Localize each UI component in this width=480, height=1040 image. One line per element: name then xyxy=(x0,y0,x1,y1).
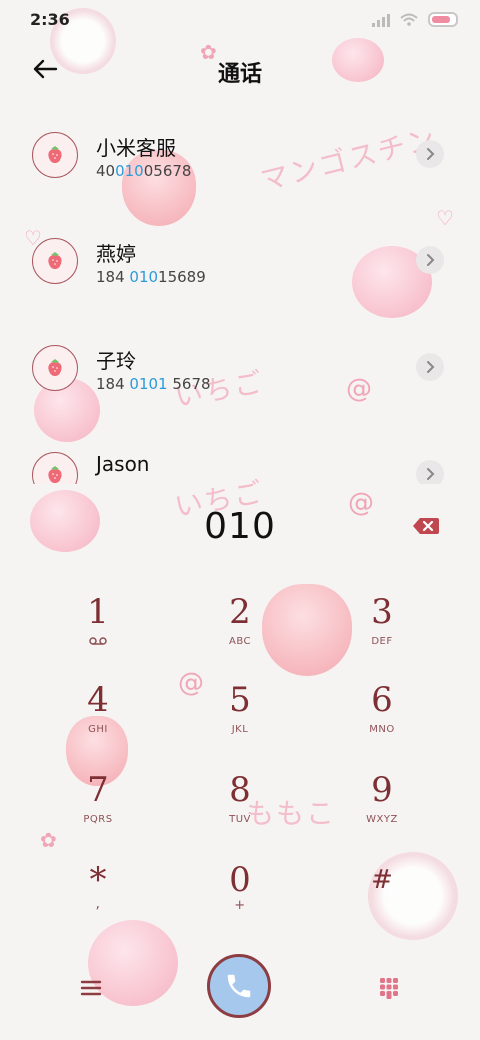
header: 通话 xyxy=(0,40,480,98)
key-digit: 9 xyxy=(371,770,393,810)
key-digit: 8 xyxy=(229,770,251,810)
key-digit: 2 xyxy=(229,592,251,632)
contact-detail-button[interactable] xyxy=(416,140,444,168)
chevron-right-icon xyxy=(427,148,435,160)
call-button[interactable] xyxy=(207,954,271,1018)
key-letters: PQRS xyxy=(83,814,113,825)
key-7[interactable]: 7 PQRS xyxy=(38,768,158,848)
key-digit: 0 xyxy=(229,860,251,900)
contact-row[interactable]: 子玲 184 0101 5678 xyxy=(0,327,480,411)
key-digit: # xyxy=(371,865,393,895)
key-digit: 5 xyxy=(229,680,251,720)
key-8[interactable]: 8 TUV xyxy=(180,768,300,848)
signal-icon xyxy=(372,13,390,27)
contact-detail-button[interactable] xyxy=(416,246,444,274)
contact-name: Jason xyxy=(96,452,150,476)
key-letters: WXYZ xyxy=(366,814,398,825)
contact-list[interactable]: 小米客服 4001005678 燕婷 184 01015689 子玲 184 0… xyxy=(0,114,480,484)
contact-number: 4001005678 xyxy=(96,162,192,180)
key-letters: JKL xyxy=(231,724,249,735)
key-0[interactable]: 0 + xyxy=(180,858,300,938)
dial-number-display[interactable]: 010 xyxy=(0,506,480,547)
avatar xyxy=(32,132,78,178)
key-1[interactable]: 1 xyxy=(38,590,158,670)
contact-name: 燕婷 xyxy=(96,242,136,266)
key-hash[interactable]: # xyxy=(322,858,442,938)
voicemail-icon xyxy=(89,636,107,650)
page-title: 通话 xyxy=(217,62,262,87)
key-9[interactable]: 9 WXYZ xyxy=(322,768,442,848)
key-6[interactable]: 6 MNO xyxy=(322,678,442,758)
key-3[interactable]: 3 DEF xyxy=(322,590,442,670)
key-2[interactable]: 2 ABC xyxy=(180,590,300,670)
chevron-right-icon xyxy=(427,254,435,266)
key-letters: TUV xyxy=(229,814,251,825)
chevron-right-icon xyxy=(427,468,435,480)
avatar xyxy=(32,238,78,284)
menu-button[interactable] xyxy=(72,970,110,1006)
wifi-icon xyxy=(400,13,418,26)
avatar xyxy=(32,345,78,391)
key-letters: , xyxy=(95,896,101,912)
key-letters: + xyxy=(234,898,246,913)
contact-row[interactable]: Jason xyxy=(0,434,480,484)
bottom-bar xyxy=(0,950,480,1030)
contact-number: 184 01015689 xyxy=(96,268,206,286)
phone-icon xyxy=(227,974,251,998)
key-5[interactable]: 5 JKL xyxy=(180,678,300,758)
key-digit: 3 xyxy=(371,592,393,632)
contact-detail-button[interactable] xyxy=(416,353,444,381)
key-digit: 1 xyxy=(87,592,109,632)
hamburger-menu-icon xyxy=(80,980,102,996)
contact-row[interactable]: 燕婷 184 01015689 xyxy=(0,220,480,304)
status-bar: 2:36 xyxy=(0,0,480,40)
contact-name: 子玲 xyxy=(96,349,136,373)
key-letters: GHI xyxy=(88,724,108,735)
strawberry-icon xyxy=(48,359,62,376)
key-star[interactable]: * , xyxy=(38,858,158,938)
status-time: 2:36 xyxy=(30,10,70,29)
dial-input-area: 010 xyxy=(0,484,480,570)
battery-icon xyxy=(428,12,458,27)
strawberry-icon xyxy=(48,252,62,269)
dialpad-toggle-button[interactable] xyxy=(370,970,408,1006)
key-digit: 6 xyxy=(371,680,393,720)
chevron-right-icon xyxy=(427,361,435,373)
dialpad-grid-icon xyxy=(380,978,398,999)
strawberry-icon xyxy=(48,146,62,163)
key-digit: 4 xyxy=(87,680,109,720)
backspace-icon xyxy=(413,518,439,534)
contact-name: 小米客服 xyxy=(96,136,176,160)
contact-row[interactable]: 小米客服 4001005678 xyxy=(0,114,480,198)
key-4[interactable]: 4 GHI xyxy=(38,678,158,758)
key-digit: 7 xyxy=(87,770,109,810)
key-letters: ABC xyxy=(228,636,251,647)
strawberry-icon xyxy=(48,466,62,483)
avatar xyxy=(32,452,78,484)
key-letters: MNO xyxy=(369,724,395,735)
status-icons xyxy=(372,12,458,27)
contact-detail-button[interactable] xyxy=(416,460,444,484)
backspace-button[interactable] xyxy=(410,514,442,538)
contact-number: 184 0101 5678 xyxy=(96,375,211,393)
key-letters: DEF xyxy=(371,636,393,647)
